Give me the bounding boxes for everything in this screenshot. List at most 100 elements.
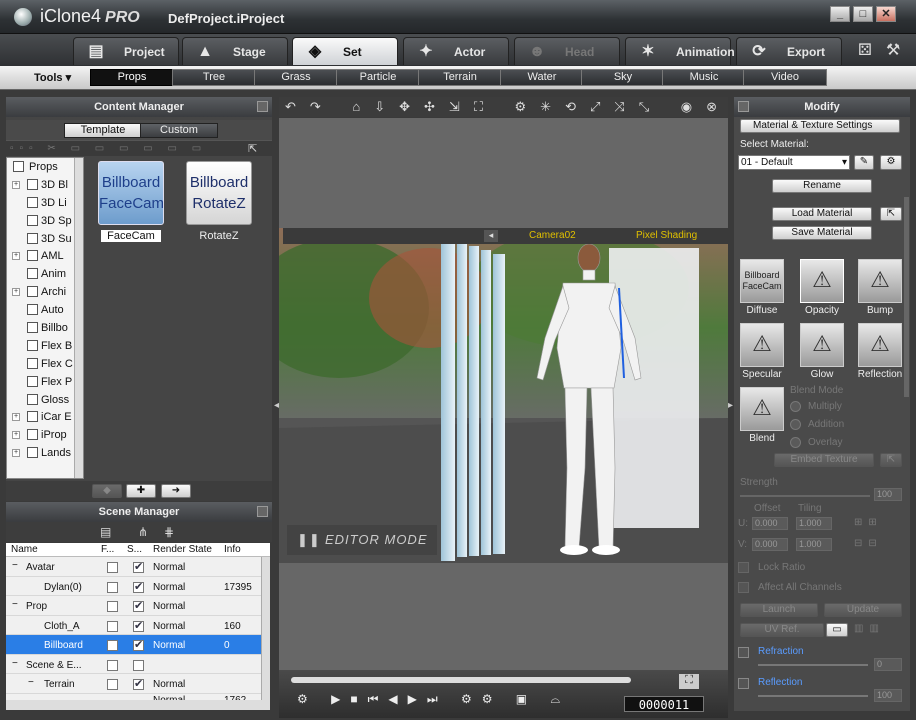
tab-actor[interactable]: ✦ Actor [403, 37, 509, 65]
channel-glow[interactable]: ⚠ [800, 323, 844, 367]
table-row[interactable]: −Avatar Normal [6, 557, 270, 577]
radio-addition[interactable] [790, 419, 801, 430]
subtab-grass[interactable]: Grass [254, 69, 338, 86]
tree-item[interactable]: Auto [7, 301, 83, 319]
tree-item[interactable]: 3D Li [7, 194, 83, 212]
add-button[interactable]: ✚ [126, 484, 156, 498]
tab-stage[interactable]: ▲ Stage [182, 37, 288, 65]
tree-item[interactable]: + iProp [7, 426, 83, 444]
lock-ratio-checkbox[interactable] [738, 562, 749, 573]
tree-item[interactable]: 3D Sp [7, 212, 83, 230]
tree-item[interactable]: Flex C [7, 355, 83, 373]
channel-reflection[interactable]: ⚠ [858, 323, 902, 367]
table-row[interactable]: Cloth_A Normal 160 [6, 616, 270, 635]
pick-material-icon[interactable]: ⚙ [880, 155, 902, 170]
thumbnail-rotatez[interactable]: Billboard RotateZ [186, 161, 252, 225]
show-checkbox[interactable] [133, 659, 144, 671]
maximize-button[interactable]: □ [853, 6, 873, 22]
timeline-slider[interactable] [291, 677, 631, 683]
v-tiling-field[interactable]: 1.000 [796, 538, 832, 551]
fit-icon[interactable]: ⛶ [679, 674, 699, 689]
subtab-water[interactable]: Water [500, 69, 584, 86]
u-tiling-field[interactable]: 1.000 [796, 517, 832, 530]
tree-item[interactable]: + Archi [7, 283, 83, 301]
remove-button[interactable]: ◆ [92, 484, 122, 498]
collapse-right-icon[interactable]: ▸ [728, 400, 733, 411]
scene-render[interactable]: ◂ Camera02 Pixel Shading ❚❚ EDITOR MODE [279, 228, 728, 563]
subtab-sky[interactable]: Sky [581, 69, 665, 86]
scene-scrollbar[interactable] [261, 557, 270, 706]
material-select[interactable]: 01 - Default ▾ [738, 155, 850, 170]
freeze-checkbox[interactable] [107, 581, 118, 593]
content-tool-icons[interactable]: ▫▫▫ ✂ ▭ ▭ ▭ ▭ ▭ ▭ [10, 143, 210, 154]
tree-item[interactable]: + Lands [7, 444, 83, 462]
tree-item[interactable]: Flex B [7, 337, 83, 355]
list-view-icon[interactable]: ▤ [100, 525, 111, 539]
channel-specular[interactable]: ⚠ [740, 323, 784, 367]
modify-menu-icon[interactable] [738, 101, 749, 112]
tree-item[interactable]: Gloss [7, 391, 83, 409]
collapse-icon[interactable]: − [12, 560, 18, 571]
subtab-video[interactable]: Video [743, 69, 827, 86]
tools-menu[interactable]: Tools ▾ [34, 71, 71, 84]
collapse-icon[interactable] [257, 101, 268, 112]
eyedropper-icon[interactable]: ✎ [854, 155, 874, 170]
pause-icon[interactable]: ❚❚ [297, 525, 321, 555]
dice-icon[interactable]: ⚄ [858, 40, 872, 60]
freeze-checkbox[interactable] [107, 679, 118, 690]
open-folder-icon[interactable]: ▭ [826, 623, 848, 637]
viewport-tool-icons[interactable]: ↶↷ ⌂⇩✥✣⇲⛶ ⚙✳⟲⤢⤨⤡ ◉⊗ ✎ [285, 99, 774, 115]
uv-flip-icons[interactable]: ⊟⊟ [854, 538, 883, 549]
subtab-music[interactable]: Music [662, 69, 746, 86]
table-row[interactable]: − Scene & E... [6, 655, 270, 674]
save-material-button[interactable]: Save Material [772, 226, 872, 240]
show-checkbox[interactable] [133, 560, 144, 573]
affect-all-checkbox[interactable] [738, 582, 749, 593]
tree-item[interactable]: + iCar E [7, 408, 83, 426]
group-icon[interactable]: ⋕ [164, 525, 174, 539]
reflection-checkbox[interactable] [738, 678, 749, 689]
tab-set[interactable]: ◈ Set [292, 37, 398, 65]
freeze-checkbox[interactable] [107, 620, 118, 632]
tab-custom[interactable]: Custom [140, 123, 218, 138]
tree-item[interactable]: Flex P [7, 373, 83, 391]
launch-button[interactable]: Launch [740, 603, 818, 617]
modify-scrollbar[interactable] [904, 197, 909, 397]
show-checkbox[interactable] [133, 677, 144, 690]
show-checkbox[interactable] [133, 619, 144, 632]
collapse-icon[interactable]: − [28, 677, 34, 688]
radio-multiply[interactable] [790, 401, 801, 412]
reflection-slider[interactable] [758, 695, 868, 697]
tab-project[interactable]: ▤ Project [73, 37, 179, 65]
radio-overlay[interactable] [790, 437, 801, 448]
apply-button[interactable]: ➜ [161, 484, 191, 498]
collapse-icon[interactable]: − [12, 658, 18, 669]
refraction-field[interactable]: 0 [874, 658, 902, 671]
freeze-checkbox[interactable] [107, 601, 118, 612]
tab-animation[interactable]: ✶ Animation [625, 37, 735, 65]
collapse-left-icon[interactable]: ◂ [274, 400, 279, 411]
uv-tool-icons[interactable]: ⊞⊞ [854, 517, 883, 528]
update-button[interactable]: Update [824, 603, 902, 617]
load-material-button[interactable]: Load Material [772, 207, 872, 221]
channel-opacity[interactable]: ⚠ [800, 259, 844, 303]
texture-tool-icons[interactable]: ▥▥ [854, 623, 885, 634]
refraction-slider[interactable] [758, 664, 868, 666]
subtab-terrain[interactable]: Terrain [418, 69, 502, 86]
show-checkbox[interactable] [133, 599, 144, 612]
refraction-checkbox[interactable] [738, 647, 749, 658]
shading-label[interactable]: Pixel Shading [636, 230, 697, 241]
frame-counter[interactable]: 0000011 [624, 696, 704, 712]
reflection-field[interactable]: 100 [874, 689, 902, 702]
table-row[interactable]: Dylan(0) Normal 17395 [6, 577, 270, 596]
embed-browse-icon[interactable]: ⇱ [880, 453, 902, 467]
strength-field[interactable]: 100 [874, 488, 902, 501]
tree-item-root[interactable]: Props [7, 158, 83, 176]
subtab-particle[interactable]: Particle [336, 69, 420, 86]
browse-icon[interactable]: ⇱ [880, 207, 902, 221]
table-row[interactable]: −Prop Normal [6, 596, 270, 616]
subtab-props[interactable]: Props [90, 69, 174, 86]
subtab-tree[interactable]: Tree [172, 69, 256, 86]
table-row[interactable]: Billboard Normal 0 [6, 635, 270, 655]
channel-blend[interactable]: ⚠ [740, 387, 784, 431]
